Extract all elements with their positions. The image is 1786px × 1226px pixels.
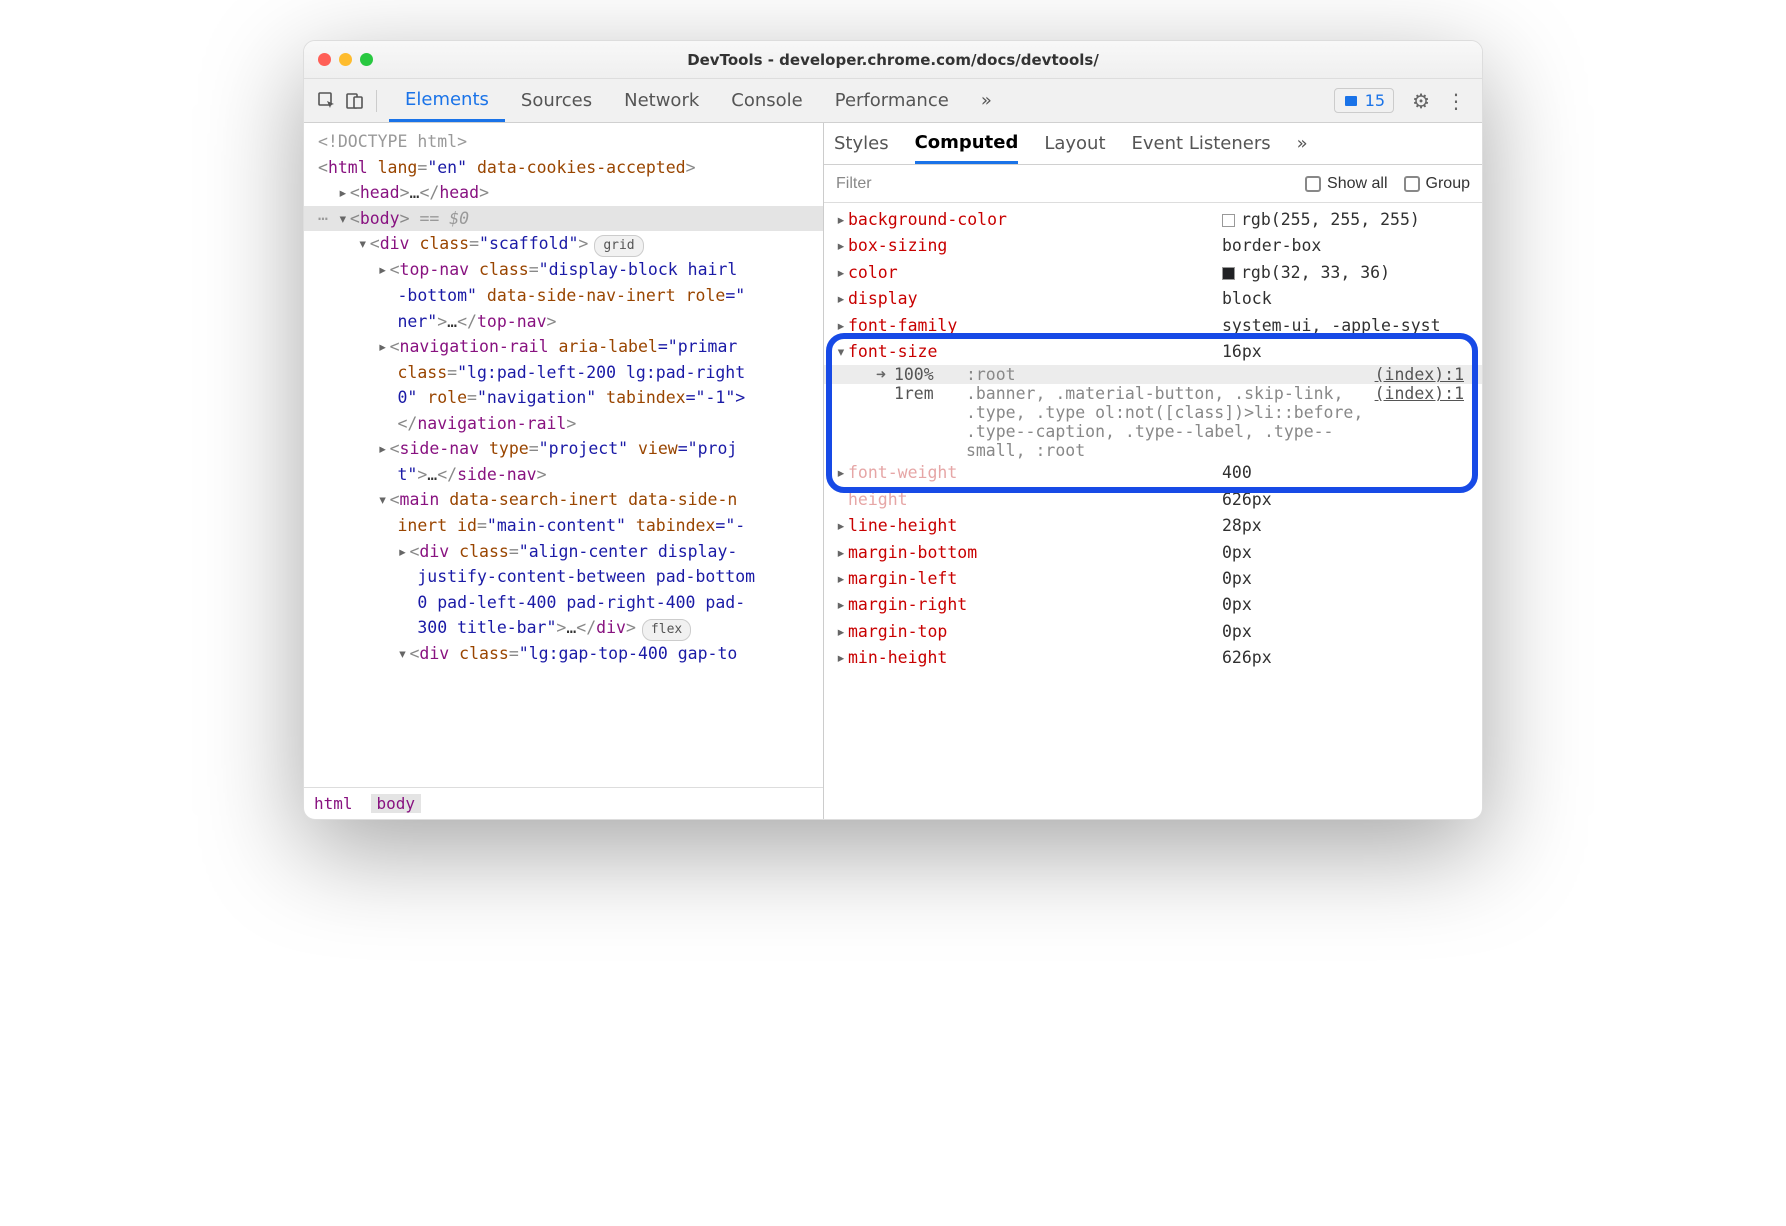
tab-network[interactable]: Network [608,79,715,122]
tab-event-listeners[interactable]: Event Listeners [1132,123,1271,164]
inspect-element-icon[interactable] [316,90,338,112]
computed-list[interactable]: ▸ background-colorrgb(255, 255, 255) ▸ b… [824,203,1482,819]
dom-tree[interactable]: <!DOCTYPE html> <html lang="en" data-coo… [304,123,823,787]
font-size-trace-2[interactable]: ➜1rem.banner, .material-button, .skip-li… [824,384,1482,460]
tab-elements[interactable]: Elements [389,79,505,122]
styles-panel: Styles Computed Layout Event Listeners »… [824,123,1482,819]
issues-badge[interactable]: 15 [1334,88,1394,113]
elements-panel: <!DOCTYPE html> <html lang="en" data-coo… [304,123,824,819]
tabs-overflow[interactable]: » [965,79,1008,122]
show-all-checkbox[interactable]: Show all [1305,175,1387,193]
breadcrumb-html[interactable]: html [314,794,353,813]
goto-source-icon[interactable]: ➜ [876,365,886,384]
window-title: DevTools - developer.chrome.com/docs/dev… [304,51,1482,69]
main-tabs: Elements Sources Network Console Perform… [304,79,1482,123]
tab-performance[interactable]: Performance [819,79,965,122]
layout-badge-grid[interactable]: grid [594,235,643,257]
doctype: <!DOCTYPE html> [318,132,467,151]
tab-styles[interactable]: Styles [834,123,889,164]
tab-sources[interactable]: Sources [505,79,608,122]
tab-layout[interactable]: Layout [1044,123,1105,164]
prop-font-size[interactable]: ▾ font-size16px [824,339,1482,365]
styles-tabs: Styles Computed Layout Event Listeners » [824,123,1482,165]
issues-icon [1343,93,1359,109]
tab-computed[interactable]: Computed [915,123,1019,164]
group-checkbox[interactable]: Group [1404,175,1470,193]
device-toolbar-icon[interactable] [344,90,366,112]
layout-badge-flex[interactable]: flex [642,619,691,641]
breadcrumbs[interactable]: html body [304,787,823,819]
font-size-trace-1[interactable]: ➜100%:root(index):1 [824,365,1482,384]
devtools-window: { "title": "DevTools - developer.chrome.… [303,40,1483,820]
settings-icon[interactable]: ⚙ [1404,89,1438,113]
more-menu-icon[interactable]: ⋮ [1438,89,1474,113]
tab-console[interactable]: Console [715,79,818,122]
filter-input[interactable]: Filter [836,175,872,193]
filter-row: Filter Show all Group [824,165,1482,203]
styles-tabs-overflow[interactable]: » [1297,123,1308,164]
issues-count: 15 [1365,91,1385,110]
titlebar: DevTools - developer.chrome.com/docs/dev… [304,41,1482,79]
selected-node[interactable]: ⋯ ▾<body> == $0 [304,206,823,232]
breadcrumb-body[interactable]: body [371,794,422,813]
